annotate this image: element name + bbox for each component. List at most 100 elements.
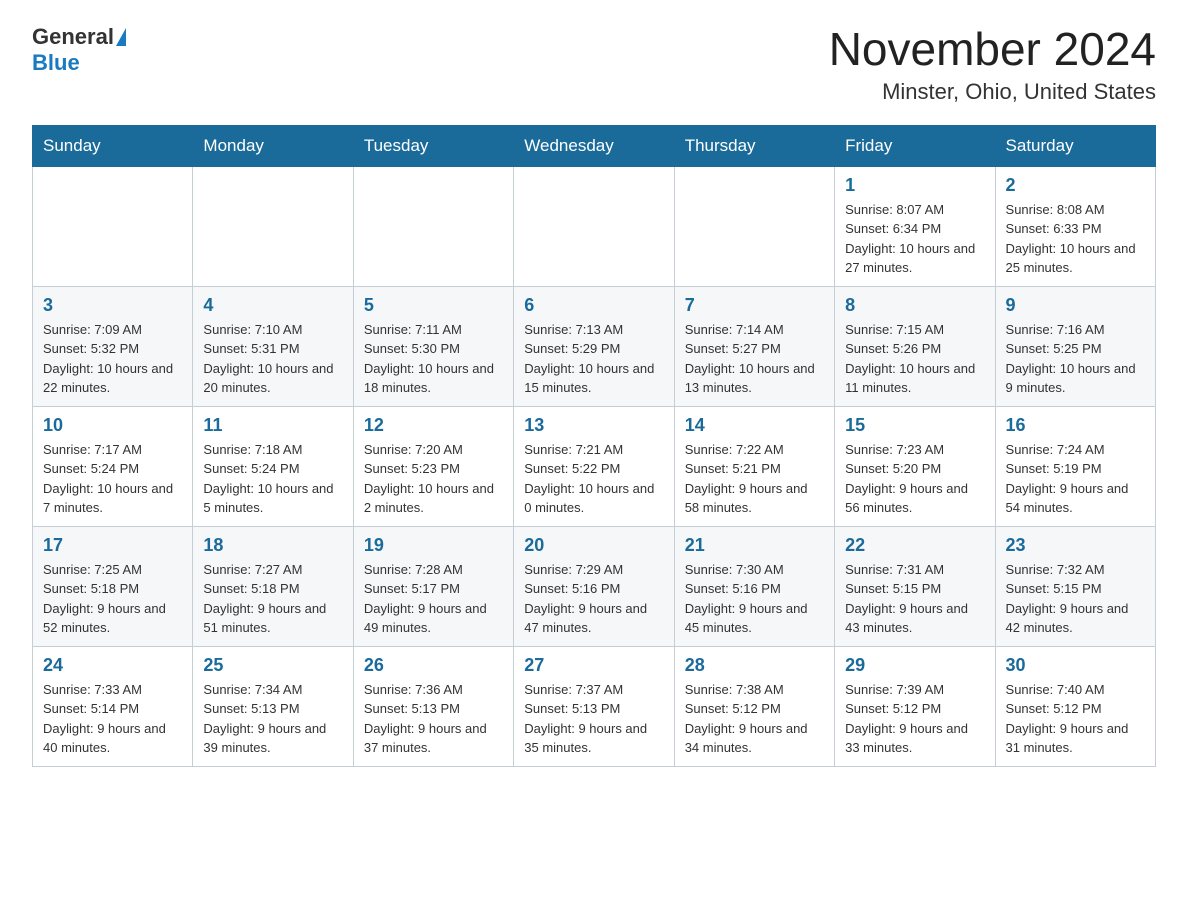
day-cell: 11 Sunrise: 7:18 AM Sunset: 5:24 PM Dayli… bbox=[193, 406, 353, 526]
calendar-table: SundayMondayTuesdayWednesdayThursdayFrid… bbox=[32, 125, 1156, 767]
day-cell bbox=[353, 166, 513, 286]
logo-general-text: General bbox=[32, 24, 114, 50]
day-number: 22 bbox=[845, 535, 984, 556]
day-info: Sunrise: 7:23 AM Sunset: 5:20 PM Dayligh… bbox=[845, 440, 984, 518]
day-info: Sunrise: 8:08 AM Sunset: 6:33 PM Dayligh… bbox=[1006, 200, 1145, 278]
week-row-3: 17Sunrise: 7:25 AM Sunset: 5:18 PM Dayli… bbox=[33, 526, 1156, 646]
day-cell bbox=[674, 166, 834, 286]
day-number: 18 bbox=[203, 535, 342, 556]
day-cell: 10 Sunrise: 7:17 AM Sunset: 5:24 PM Dayli… bbox=[33, 406, 193, 526]
calendar-body: 1 Sunrise: 8:07 AM Sunset: 6:34 PM Daylig… bbox=[33, 166, 1156, 766]
day-number: 11 bbox=[203, 415, 342, 436]
day-number: 3 bbox=[43, 295, 182, 316]
day-cell: 20 Sunrise: 7:29 AM Sunset: 5:16 PM Dayli… bbox=[514, 526, 674, 646]
day-info: Sunrise: 7:17 AM Sunset: 5:24 PM Dayligh… bbox=[43, 440, 182, 518]
week-row-0: 1 Sunrise: 8:07 AM Sunset: 6:34 PM Daylig… bbox=[33, 166, 1156, 286]
day-info: Sunrise: 7:15 AM Sunset: 5:26 PM Dayligh… bbox=[845, 320, 984, 398]
day-number: 24 bbox=[43, 655, 182, 676]
day-cell: 21 Sunrise: 7:30 AM Sunset: 5:16 PM Dayli… bbox=[674, 526, 834, 646]
day-cell bbox=[193, 166, 353, 286]
day-cell: 13 Sunrise: 7:21 AM Sunset: 5:22 PM Dayli… bbox=[514, 406, 674, 526]
day-cell: 16Sunrise: 7:24 AM Sunset: 5:19 PM Dayli… bbox=[995, 406, 1155, 526]
day-cell: 24 Sunrise: 7:33 AM Sunset: 5:14 PM Dayli… bbox=[33, 646, 193, 766]
day-number: 19 bbox=[364, 535, 503, 556]
day-info: Sunrise: 7:38 AM Sunset: 5:12 PM Dayligh… bbox=[685, 680, 824, 758]
day-info: Sunrise: 7:29 AM Sunset: 5:16 PM Dayligh… bbox=[524, 560, 663, 638]
day-cell: 18 Sunrise: 7:27 AM Sunset: 5:18 PM Dayli… bbox=[193, 526, 353, 646]
day-info: Sunrise: 7:09 AM Sunset: 5:32 PM Dayligh… bbox=[43, 320, 182, 398]
day-info: Sunrise: 7:24 AM Sunset: 5:19 PM Dayligh… bbox=[1006, 440, 1145, 518]
day-cell: 30Sunrise: 7:40 AM Sunset: 5:12 PM Dayli… bbox=[995, 646, 1155, 766]
day-cell: 27Sunrise: 7:37 AM Sunset: 5:13 PM Dayli… bbox=[514, 646, 674, 766]
day-info: Sunrise: 7:32 AM Sunset: 5:15 PM Dayligh… bbox=[1006, 560, 1145, 638]
day-cell: 2 Sunrise: 8:08 AM Sunset: 6:33 PM Daylig… bbox=[995, 166, 1155, 286]
day-cell: 7Sunrise: 7:14 AM Sunset: 5:27 PM Daylig… bbox=[674, 286, 834, 406]
day-info: Sunrise: 8:07 AM Sunset: 6:34 PM Dayligh… bbox=[845, 200, 984, 278]
day-number: 9 bbox=[1006, 295, 1145, 316]
day-info: Sunrise: 7:22 AM Sunset: 5:21 PM Dayligh… bbox=[685, 440, 824, 518]
day-number: 14 bbox=[685, 415, 824, 436]
day-cell: 14 Sunrise: 7:22 AM Sunset: 5:21 PM Dayli… bbox=[674, 406, 834, 526]
day-number: 21 bbox=[685, 535, 824, 556]
day-number: 6 bbox=[524, 295, 663, 316]
day-cell: 8 Sunrise: 7:15 AM Sunset: 5:26 PM Daylig… bbox=[835, 286, 995, 406]
header-cell-tuesday: Tuesday bbox=[353, 125, 513, 166]
day-info: Sunrise: 7:39 AM Sunset: 5:12 PM Dayligh… bbox=[845, 680, 984, 758]
logo-triangle-icon bbox=[116, 28, 126, 46]
day-number: 29 bbox=[845, 655, 984, 676]
day-info: Sunrise: 7:28 AM Sunset: 5:17 PM Dayligh… bbox=[364, 560, 503, 638]
day-cell: 19 Sunrise: 7:28 AM Sunset: 5:17 PM Dayli… bbox=[353, 526, 513, 646]
day-number: 15 bbox=[845, 415, 984, 436]
day-number: 1 bbox=[845, 175, 984, 196]
day-info: Sunrise: 7:14 AM Sunset: 5:27 PM Dayligh… bbox=[685, 320, 824, 398]
day-info: Sunrise: 7:18 AM Sunset: 5:24 PM Dayligh… bbox=[203, 440, 342, 518]
logo-blue-text: Blue bbox=[32, 50, 80, 75]
day-info: Sunrise: 7:40 AM Sunset: 5:12 PM Dayligh… bbox=[1006, 680, 1145, 758]
day-number: 12 bbox=[364, 415, 503, 436]
day-cell: 28Sunrise: 7:38 AM Sunset: 5:12 PM Dayli… bbox=[674, 646, 834, 766]
day-number: 2 bbox=[1006, 175, 1145, 196]
day-cell: 1 Sunrise: 8:07 AM Sunset: 6:34 PM Daylig… bbox=[835, 166, 995, 286]
day-info: Sunrise: 7:34 AM Sunset: 5:13 PM Dayligh… bbox=[203, 680, 342, 758]
day-info: Sunrise: 7:33 AM Sunset: 5:14 PM Dayligh… bbox=[43, 680, 182, 758]
day-number: 25 bbox=[203, 655, 342, 676]
day-cell: 6 Sunrise: 7:13 AM Sunset: 5:29 PM Daylig… bbox=[514, 286, 674, 406]
day-cell: 3 Sunrise: 7:09 AM Sunset: 5:32 PM Daylig… bbox=[33, 286, 193, 406]
day-number: 23 bbox=[1006, 535, 1145, 556]
day-cell: 22 Sunrise: 7:31 AM Sunset: 5:15 PM Dayli… bbox=[835, 526, 995, 646]
header-cell-sunday: Sunday bbox=[33, 125, 193, 166]
day-info: Sunrise: 7:10 AM Sunset: 5:31 PM Dayligh… bbox=[203, 320, 342, 398]
day-number: 10 bbox=[43, 415, 182, 436]
header-cell-wednesday: Wednesday bbox=[514, 125, 674, 166]
day-info: Sunrise: 7:11 AM Sunset: 5:30 PM Dayligh… bbox=[364, 320, 503, 398]
location: Minster, Ohio, United States bbox=[829, 79, 1156, 105]
day-number: 26 bbox=[364, 655, 503, 676]
calendar-header: SundayMondayTuesdayWednesdayThursdayFrid… bbox=[33, 125, 1156, 166]
header-cell-friday: Friday bbox=[835, 125, 995, 166]
day-info: Sunrise: 7:30 AM Sunset: 5:16 PM Dayligh… bbox=[685, 560, 824, 638]
day-info: Sunrise: 7:36 AM Sunset: 5:13 PM Dayligh… bbox=[364, 680, 503, 758]
day-cell: 4Sunrise: 7:10 AM Sunset: 5:31 PM Daylig… bbox=[193, 286, 353, 406]
day-info: Sunrise: 7:27 AM Sunset: 5:18 PM Dayligh… bbox=[203, 560, 342, 638]
header: General Blue November 2024 Minster, Ohio… bbox=[32, 24, 1156, 105]
day-info: Sunrise: 7:13 AM Sunset: 5:29 PM Dayligh… bbox=[524, 320, 663, 398]
day-number: 17 bbox=[43, 535, 182, 556]
day-cell: 23 Sunrise: 7:32 AM Sunset: 5:15 PM Dayli… bbox=[995, 526, 1155, 646]
week-row-1: 3 Sunrise: 7:09 AM Sunset: 5:32 PM Daylig… bbox=[33, 286, 1156, 406]
day-number: 8 bbox=[845, 295, 984, 316]
week-row-2: 10 Sunrise: 7:17 AM Sunset: 5:24 PM Dayli… bbox=[33, 406, 1156, 526]
day-info: Sunrise: 7:31 AM Sunset: 5:15 PM Dayligh… bbox=[845, 560, 984, 638]
day-cell bbox=[33, 166, 193, 286]
day-number: 20 bbox=[524, 535, 663, 556]
week-row-4: 24 Sunrise: 7:33 AM Sunset: 5:14 PM Dayli… bbox=[33, 646, 1156, 766]
day-number: 13 bbox=[524, 415, 663, 436]
day-info: Sunrise: 7:16 AM Sunset: 5:25 PM Dayligh… bbox=[1006, 320, 1145, 398]
day-cell: 12Sunrise: 7:20 AM Sunset: 5:23 PM Dayli… bbox=[353, 406, 513, 526]
header-cell-saturday: Saturday bbox=[995, 125, 1155, 166]
day-cell: 9 Sunrise: 7:16 AM Sunset: 5:25 PM Daylig… bbox=[995, 286, 1155, 406]
day-info: Sunrise: 7:21 AM Sunset: 5:22 PM Dayligh… bbox=[524, 440, 663, 518]
day-number: 5 bbox=[364, 295, 503, 316]
day-cell: 25 Sunrise: 7:34 AM Sunset: 5:13 PM Dayli… bbox=[193, 646, 353, 766]
day-cell: 5 Sunrise: 7:11 AM Sunset: 5:30 PM Daylig… bbox=[353, 286, 513, 406]
day-cell: 29 Sunrise: 7:39 AM Sunset: 5:12 PM Dayli… bbox=[835, 646, 995, 766]
